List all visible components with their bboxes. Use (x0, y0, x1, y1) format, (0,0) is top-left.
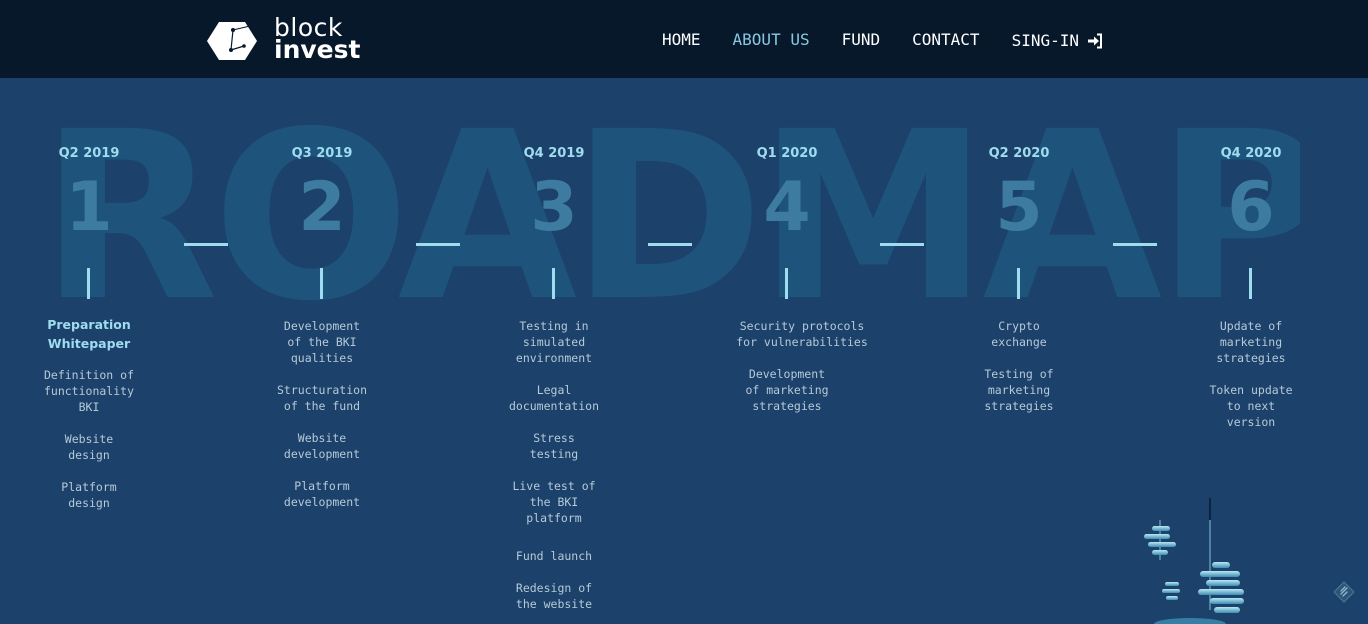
roadmap-milestone: Q1 2020 4 Security protocols for vulnera… (702, 145, 872, 413)
nav-fund[interactable]: FUND (842, 29, 881, 53)
milestone-item: Platform development (283, 479, 361, 509)
milestone-item: Preparation Whitepaper (47, 317, 131, 351)
navbar: block invest HOME ABOUT US FUND CONTACT … (0, 0, 1368, 78)
milestone-item: Website design (64, 432, 114, 462)
milestone-item: Testing of marketing strategies (984, 367, 1054, 413)
nav-sign-in[interactable]: SING-IN (1012, 29, 1103, 53)
timeline-connector (880, 243, 924, 246)
milestone-item: Security protocols for vulnerabilities (736, 319, 868, 349)
milestone-item: Development of the BKI qualities (283, 319, 361, 365)
roadmap-milestone: Q4 2019 3 Testing in simulated environme… (469, 145, 639, 611)
milestone-item: Legal documentation (508, 383, 599, 413)
milestone-items: Crypto exchange Testing of marketing str… (934, 318, 1104, 430)
milestone-number: 4 (763, 168, 811, 247)
milestone-item: Update of marketing strategies (1216, 319, 1286, 365)
milestone-item: Stress testing (529, 431, 579, 461)
roadmap-milestone: Q2 2020 5 Crypto exchange Testing of mar… (934, 145, 1104, 413)
milestone-number: 5 (995, 168, 1043, 247)
milestone-items: Update of marketing strategies Token upd… (1166, 318, 1336, 446)
milestone-date: Q4 2019 (523, 146, 585, 161)
rocket-tower-illustration (1144, 498, 1244, 624)
milestone-number: 2 (298, 168, 346, 247)
milestone-item: Token update to next version (1209, 383, 1293, 429)
brand-logo[interactable]: block invest (206, 14, 366, 64)
milestone-item: Definition of functionality BKI (43, 368, 134, 414)
milestone-number: 1 (65, 168, 113, 247)
roadmap-watermark: ROADMAP (40, 112, 1300, 322)
timeline-connector (184, 243, 228, 246)
milestone-tick (87, 268, 90, 299)
milestone-items: Security protocols for vulnerabilities D… (702, 318, 872, 430)
sign-in-icon (1088, 33, 1102, 49)
feedback-widget-icon[interactable] (1332, 580, 1356, 604)
milestone-number: 3 (530, 168, 578, 247)
milestone-item: Redesign of the website (515, 581, 593, 611)
milestone-tick (1249, 268, 1252, 299)
milestone-item: Structuration of the fund (276, 383, 367, 413)
milestone-item: Development of marketing strategies (745, 367, 829, 413)
timeline-connector (1113, 243, 1157, 246)
timeline-connector (416, 243, 460, 246)
timeline-connector (648, 243, 692, 246)
nav-sign-in-label: SING-IN (1011, 31, 1079, 50)
roadmap-milestone: Q3 2019 2 Development of the BKI qualiti… (237, 145, 407, 509)
roadmap-milestone: Q4 2020 6 Update of marketing strategies… (1166, 145, 1336, 429)
milestone-number: 6 (1227, 168, 1275, 247)
milestone-date: Q2 2019 (58, 146, 120, 161)
milestone-item: Live test of the BKI platform (512, 479, 596, 525)
main-nav: HOME ABOUT US FUND CONTACT SING-IN (662, 29, 1135, 53)
milestone-item: Platform design (61, 480, 117, 510)
nav-home[interactable]: HOME (662, 29, 701, 53)
milestone-tick (1017, 268, 1020, 299)
milestone-tick (785, 268, 788, 299)
milestone-item: Fund launch (515, 549, 593, 563)
nav-contact[interactable]: CONTACT (912, 29, 979, 53)
nav-about-us[interactable]: ABOUT US (733, 29, 810, 53)
milestone-date: Q1 2020 (756, 146, 818, 161)
milestone-date: Q4 2020 (1220, 146, 1282, 161)
milestone-item: Testing in simulated environment (515, 319, 593, 365)
milestone-date: Q3 2019 (291, 146, 353, 161)
roadmap-milestone: Q2 2019 1 Preparation Whitepaper Definit… (4, 145, 174, 510)
milestone-items: Preparation Whitepaper Definition of fun… (4, 315, 174, 527)
hexagon-logo-icon (207, 22, 257, 60)
milestone-tick (320, 268, 323, 299)
milestone-item: Crypto exchange (991, 319, 1047, 349)
milestone-items: Testing in simulated environment Legal d… (469, 318, 639, 624)
brand-name-line2: invest (274, 35, 361, 64)
milestone-tick (552, 268, 555, 299)
milestone-date: Q2 2020 (988, 146, 1050, 161)
milestone-items: Development of the BKI qualities Structu… (237, 318, 407, 526)
milestone-item: Website development (283, 431, 361, 461)
